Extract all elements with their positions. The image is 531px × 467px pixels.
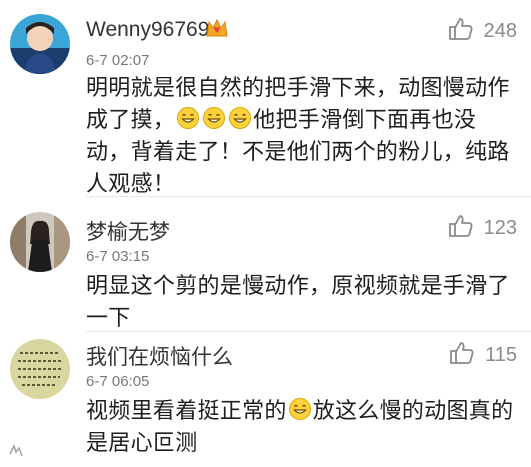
avatar[interactable] bbox=[10, 339, 70, 399]
comment-text: 视频里看着挺正常的 放这么慢的动图真的是居心叵测 bbox=[86, 395, 518, 459]
comment-text-part: 视频里看着挺正常的 bbox=[86, 398, 287, 423]
thumbs-up-icon bbox=[449, 340, 475, 371]
avatar[interactable] bbox=[10, 14, 70, 74]
avatar[interactable] bbox=[10, 212, 70, 272]
crown-badge-icon bbox=[204, 16, 230, 40]
comment-time: 6-7 03:15 bbox=[86, 248, 150, 265]
watermark-logo-icon bbox=[8, 444, 24, 461]
watermark bbox=[8, 444, 24, 461]
grin-emoji-icon bbox=[288, 397, 312, 421]
like-button[interactable]: 123 bbox=[448, 213, 517, 243]
like-button[interactable]: 248 bbox=[448, 16, 517, 46]
grin-emoji-icon bbox=[202, 106, 226, 130]
thumbs-up-icon bbox=[448, 213, 474, 244]
thumbs-up-icon bbox=[448, 16, 474, 47]
comment-time: 6-7 02:07 bbox=[86, 52, 150, 69]
comment-text: 明明就是很自然的把手滑下来，动图慢动作成了摸， 他把手滑倒下面再也没动，背着走了！… bbox=[86, 72, 518, 200]
comment-time: 6-7 06:05 bbox=[86, 373, 150, 390]
like-count: 248 bbox=[483, 19, 517, 42]
comment-item: 梦榆无梦 6-7 03:15 123 明显这个剪的是慢动作，原视频就是手滑了一下 bbox=[0, 196, 531, 330]
like-button[interactable]: 115 bbox=[449, 340, 517, 370]
grin-emoji-icon bbox=[228, 106, 252, 130]
comment-item: 我们在烦恼什么 6-7 06:05 115 视频里看着挺正常的 放这么慢的动图真的… bbox=[0, 331, 531, 467]
like-count: 123 bbox=[483, 216, 517, 239]
like-count: 115 bbox=[485, 343, 517, 366]
comment-item: Wenny96769 6-7 02:07 248 明明就是很自然的把手滑下来，动… bbox=[0, 0, 531, 196]
username[interactable]: Wenny96769 bbox=[86, 18, 209, 42]
grin-emoji-icon bbox=[176, 106, 200, 130]
username[interactable]: 我们在烦恼什么 bbox=[86, 341, 233, 371]
username[interactable]: 梦榆无梦 bbox=[86, 216, 170, 246]
comment-text: 明显这个剪的是慢动作，原视频就是手滑了一下 bbox=[86, 273, 510, 330]
